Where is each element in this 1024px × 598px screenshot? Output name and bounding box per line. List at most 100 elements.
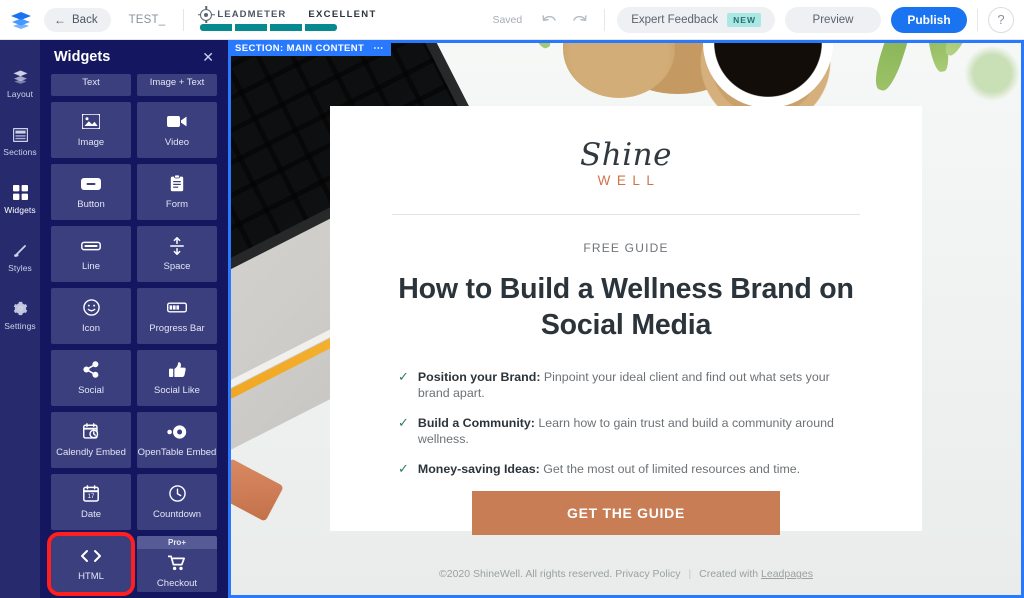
widget-label: Date [80, 508, 102, 520]
widget-label: Social [78, 384, 104, 396]
expert-feedback-button[interactable]: Expert Feedback NEW [617, 6, 775, 33]
page-headline: How to Build a Wellness Brand on Social … [398, 273, 854, 342]
list-item: ✓ Build a Community: Learn how to gain t… [398, 415, 860, 447]
eyebrow-text: FREE GUIDE [583, 241, 669, 255]
widget-tile-social[interactable]: Social [51, 350, 131, 406]
saved-status: Saved [492, 13, 523, 26]
sidebar-item-layout[interactable]: Layout [0, 54, 40, 112]
widget-tile-space[interactable]: Space [137, 226, 217, 282]
page-canvas: Shine WELL FREE GUIDE How to Build a Wel… [228, 40, 1024, 598]
widget-tile-progress-bar[interactable]: Progress Bar [137, 288, 217, 344]
widget-tile-calendly-embed[interactable]: Calendly Embed [51, 412, 131, 468]
progress-icon [167, 299, 187, 317]
video-icon [167, 113, 187, 131]
new-badge: NEW [727, 12, 761, 27]
widget-label: Progress Bar [149, 322, 205, 334]
button-icon [81, 175, 101, 193]
list-item-text: Money-saving Ideas: Get the most out of … [418, 461, 800, 477]
widget-tile-image-text[interactable]: Image + Text [137, 74, 217, 96]
widget-tile-social-like[interactable]: Social Like [137, 350, 217, 406]
sidebar-label: Settings [4, 320, 36, 331]
widget-tile-html[interactable]: HTML [47, 532, 135, 596]
sidebar-item-settings[interactable]: Settings [0, 286, 40, 344]
top-toolbar: ← Back TEST_ LEADMETER EXCELLENT Saved E… [0, 0, 1024, 40]
sidebar-label: Layout [6, 88, 34, 99]
share-icon [83, 361, 99, 379]
leadpages-builder-app: ← Back TEST_ LEADMETER EXCELLENT Saved E… [0, 0, 1024, 598]
widget-label: Button [77, 198, 105, 210]
widgets-panel-header: Widgets ✕ [40, 40, 228, 74]
sidebar-item-sections[interactable]: Sections [0, 112, 40, 170]
widget-label: Countdown [152, 508, 202, 520]
sections-icon [12, 126, 28, 144]
page-title: TEST_ [128, 13, 166, 26]
page-footer: ©2020 ShineWell. All rights reserved. Pr… [228, 568, 1024, 580]
footer-created-with: Created with [699, 568, 759, 580]
widget-label: OpenTable Embed [137, 446, 217, 458]
sidebar-label: Widgets [4, 204, 36, 215]
widget-tile-date[interactable]: 17 Date [51, 474, 131, 530]
cta-button[interactable]: GET THE GUIDE [472, 491, 780, 536]
main-content-card[interactable]: Shine WELL FREE GUIDE How to Build a Wel… [330, 106, 922, 536]
widget-tile-form[interactable]: Form [137, 164, 217, 220]
calendar-clock-icon [82, 423, 100, 441]
widget-label: Form [165, 198, 189, 210]
leadmeter-bars [200, 23, 376, 31]
ellipsis-icon[interactable]: ⋯ [373, 43, 384, 54]
sidebar-item-styles[interactable]: Styles [0, 228, 40, 286]
widget-label: Checkout [156, 577, 198, 589]
brand-script-text: Shine [580, 137, 672, 173]
widget-label: HTML [78, 570, 104, 582]
widget-label: Social Like [154, 384, 200, 396]
close-icon[interactable]: ✕ [202, 50, 214, 64]
list-item-text: Build a Community: Learn how to gain tru… [418, 415, 860, 447]
widget-tile-countdown[interactable]: Countdown [137, 474, 217, 530]
preview-label: Preview [812, 13, 854, 26]
widget-tile-video[interactable]: Video [137, 102, 217, 158]
widget-tile-opentable-embed[interactable]: OpenTable Embed [137, 412, 217, 468]
line-icon [81, 237, 101, 255]
opentable-icon [167, 423, 187, 441]
section-label-badge[interactable]: SECTION: MAIN CONTENT ⋯ [228, 40, 392, 56]
layers-icon [13, 68, 28, 86]
list-item: ✓ Money-saving Ideas: Get the most out o… [398, 461, 860, 477]
widget-tile-checkout[interactable]: Pro+ Checkout [137, 536, 217, 592]
leadmeter: LEADMETER EXCELLENT [197, 6, 376, 31]
calendar-icon: 17 [83, 485, 99, 503]
list-item-text: Position your Brand: Pinpoint your ideal… [418, 369, 860, 401]
toolbar-divider-2 [604, 8, 606, 31]
left-nav-rail: Layout Sections Widgets Styles Settings [0, 40, 40, 598]
arrow-left-icon: ← [54, 12, 66, 27]
leadpages-link[interactable]: Leadpages [761, 568, 813, 580]
cart-icon [168, 554, 186, 572]
check-icon: ✓ [398, 461, 409, 477]
show-less-button[interactable]: SHOW LESS [40, 592, 228, 598]
widget-tile-button[interactable]: Button [51, 164, 131, 220]
layers-stack-icon[interactable] [0, 0, 42, 40]
sidebar-item-widgets[interactable]: Widgets [0, 170, 40, 228]
list-item-bold: Build a Community: [417, 416, 535, 431]
widget-label: Image + Text [149, 77, 205, 88]
undo-icon[interactable] [538, 9, 560, 31]
code-icon [80, 547, 102, 565]
widget-tile-line[interactable]: Line [51, 226, 131, 282]
smiley-icon [82, 299, 100, 317]
leadmeter-segment [200, 23, 233, 31]
widget-tile-icon[interactable]: Icon [51, 288, 131, 344]
redo-icon[interactable] [568, 9, 590, 31]
widgets-grid: Text Image + Text Image Video Button For… [40, 74, 228, 596]
widget-label: Video [164, 136, 190, 148]
widget-label: Image [77, 136, 105, 148]
help-button[interactable]: ? [988, 6, 1014, 33]
card-inner: Shine WELL FREE GUIDE How to Build a Wel… [330, 106, 922, 536]
widget-tile-text[interactable]: Text [51, 74, 131, 96]
check-icon: ✓ [398, 369, 409, 385]
preview-button[interactable]: Preview [785, 6, 881, 33]
sidebar-label: Styles [8, 262, 32, 273]
brand-caps-text: WELL [597, 173, 661, 188]
sidebar-label: Sections [3, 146, 37, 157]
widget-label: Space [163, 260, 191, 272]
back-button[interactable]: ← Back [44, 7, 111, 32]
widget-tile-image[interactable]: Image [51, 102, 131, 158]
publish-button[interactable]: Publish [891, 6, 967, 33]
